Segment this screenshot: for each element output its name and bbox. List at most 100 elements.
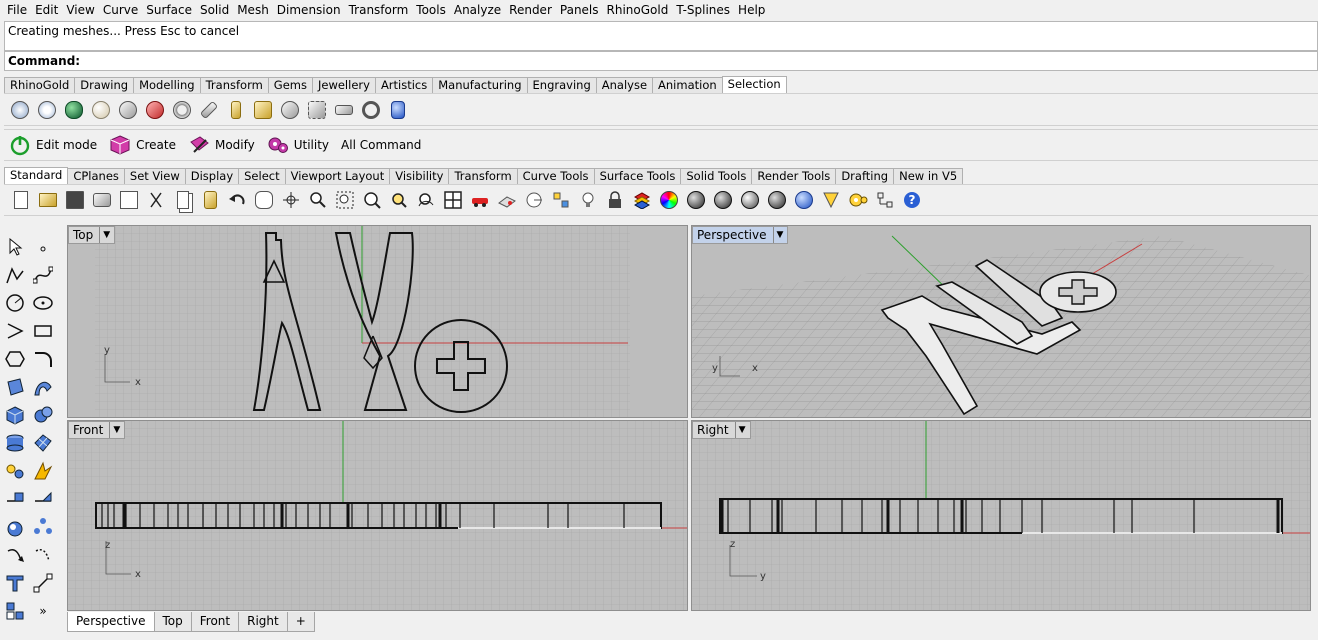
sweep-icon[interactable] — [32, 376, 54, 398]
bar-icon[interactable] — [333, 99, 355, 121]
cylinder-icon[interactable] — [387, 99, 409, 121]
arc-icon[interactable] — [4, 320, 26, 342]
four-viewports-icon[interactable] — [442, 189, 464, 211]
tab-curve-tools[interactable]: Curve Tools — [516, 168, 595, 184]
options-icon[interactable] — [874, 189, 896, 211]
bracelet-icon[interactable] — [360, 99, 382, 121]
menu-view[interactable]: View — [62, 0, 98, 20]
tab-new-in-v5[interactable]: New in V5 — [893, 168, 964, 184]
tab-cplanes[interactable]: CPlanes — [67, 168, 125, 184]
menu-analyze[interactable]: Analyze — [450, 0, 505, 20]
tab-viewport-layout[interactable]: Viewport Layout — [284, 168, 391, 184]
print-icon[interactable] — [91, 189, 113, 211]
pin-icon[interactable] — [225, 99, 247, 121]
tab-rhinogold[interactable]: RhinoGold — [4, 77, 76, 93]
wireframe-sphere-icon[interactable] — [685, 189, 707, 211]
zoom-extents-icon[interactable] — [361, 189, 383, 211]
tab-transform-std[interactable]: Transform — [448, 168, 518, 184]
tab-selection[interactable]: Selection — [721, 76, 787, 93]
tab-jewellery[interactable]: Jewellery — [311, 77, 376, 93]
tab-select[interactable]: Select — [238, 168, 286, 184]
group-icon[interactable] — [4, 516, 26, 538]
menu-edit[interactable]: Edit — [31, 0, 62, 20]
menu-transform[interactable]: Transform — [345, 0, 413, 20]
menu-help[interactable]: Help — [734, 0, 769, 20]
car-icon[interactable] — [469, 189, 491, 211]
copy-icon[interactable] — [172, 189, 194, 211]
transform-icon[interactable] — [32, 572, 54, 594]
explode-icon[interactable] — [4, 460, 26, 482]
menu-curve[interactable]: Curve — [99, 0, 142, 20]
all-command-button[interactable]: All Command — [341, 138, 421, 152]
utility-button[interactable]: Utility — [267, 134, 329, 156]
scale-icon[interactable] — [32, 544, 54, 566]
import-icon[interactable] — [118, 189, 140, 211]
viewport-perspective[interactable]: y x Perspective ▼ — [691, 225, 1311, 418]
tab-engraving[interactable]: Engraving — [526, 77, 597, 93]
help-icon[interactable]: ? — [901, 189, 923, 211]
tab-visibility[interactable]: Visibility — [389, 168, 450, 184]
command-line[interactable]: Command: — [4, 51, 1318, 71]
viewport-top-title[interactable]: Top ▼ — [68, 226, 116, 244]
zoom-icon[interactable] — [307, 189, 329, 211]
boolean-icon[interactable] — [32, 460, 54, 482]
tab-analyse[interactable]: Analyse — [595, 77, 654, 93]
mesh-icon[interactable] — [32, 432, 54, 454]
open-icon[interactable] — [37, 189, 59, 211]
move-icon[interactable] — [4, 544, 26, 566]
text-icon[interactable] — [4, 572, 26, 594]
menu-mesh[interactable]: Mesh — [233, 0, 273, 20]
zoom-window-icon[interactable] — [334, 189, 356, 211]
label-icon[interactable] — [144, 99, 166, 121]
tab-solid-tools[interactable]: Solid Tools — [680, 168, 753, 184]
polygon-icon[interactable] — [4, 348, 26, 370]
edit-mode-button[interactable]: Edit mode — [9, 134, 97, 156]
blue-sphere-icon[interactable] — [793, 189, 815, 211]
emerald-icon[interactable] — [63, 99, 85, 121]
pen-icon[interactable] — [198, 99, 220, 121]
chain-icon[interactable] — [306, 99, 328, 121]
polyline-icon[interactable] — [4, 264, 26, 286]
tab-drawing[interactable]: Drawing — [74, 77, 135, 93]
gem-cluster-icon[interactable] — [36, 99, 58, 121]
viewport-front-title[interactable]: Front ▼ — [68, 421, 126, 439]
surface-icon[interactable] — [4, 376, 26, 398]
select-arrow-icon[interactable] — [4, 236, 26, 258]
rotate-view-icon[interactable] — [280, 189, 302, 211]
menu-tools[interactable]: Tools — [412, 0, 450, 20]
tab-render-tools[interactable]: Render Tools — [751, 168, 837, 184]
cut-icon[interactable] — [145, 189, 167, 211]
color-wheel-icon[interactable] — [658, 189, 680, 211]
viewport-top[interactable]: y x Top ▼ — [67, 225, 688, 418]
point-icon[interactable] — [32, 236, 54, 258]
tab-animation[interactable]: Animation — [652, 77, 723, 93]
ring-icon[interactable] — [171, 99, 193, 121]
tab-manufacturing[interactable]: Manufacturing — [432, 77, 528, 93]
viewport-perspective-title[interactable]: Perspective ▼ — [692, 226, 789, 244]
cylinder-icon[interactable] — [4, 432, 26, 454]
sphere-icon[interactable] — [32, 404, 54, 426]
tab-artistics[interactable]: Artistics — [374, 77, 434, 93]
points-icon[interactable] — [550, 189, 572, 211]
undo-icon[interactable] — [226, 189, 248, 211]
rendered-sphere-icon[interactable] — [739, 189, 761, 211]
shank-icon[interactable] — [279, 99, 301, 121]
menu-file[interactable]: File — [3, 0, 31, 20]
modify-button[interactable]: Modify — [188, 134, 255, 156]
grid-icon[interactable] — [4, 600, 26, 622]
viewport-right[interactable]: z y Right ▼ — [691, 420, 1311, 611]
circle-icon[interactable] — [4, 292, 26, 314]
rotate-icon[interactable] — [415, 189, 437, 211]
pearl-icon[interactable] — [90, 99, 112, 121]
tab-transform[interactable]: Transform — [199, 77, 269, 93]
target-icon[interactable] — [523, 189, 545, 211]
menu-rhinogold[interactable]: RhinoGold — [603, 0, 673, 20]
tab-modelling[interactable]: Modelling — [133, 77, 201, 93]
array-icon[interactable] — [32, 516, 54, 538]
rectangle-icon[interactable] — [32, 320, 54, 342]
more-tools-button[interactable]: » — [32, 600, 54, 622]
tab-display[interactable]: Display — [184, 168, 240, 184]
paste-icon[interactable] — [199, 189, 221, 211]
menu-panels[interactable]: Panels — [556, 0, 603, 20]
viewport-tab-top[interactable]: Top — [153, 612, 192, 632]
